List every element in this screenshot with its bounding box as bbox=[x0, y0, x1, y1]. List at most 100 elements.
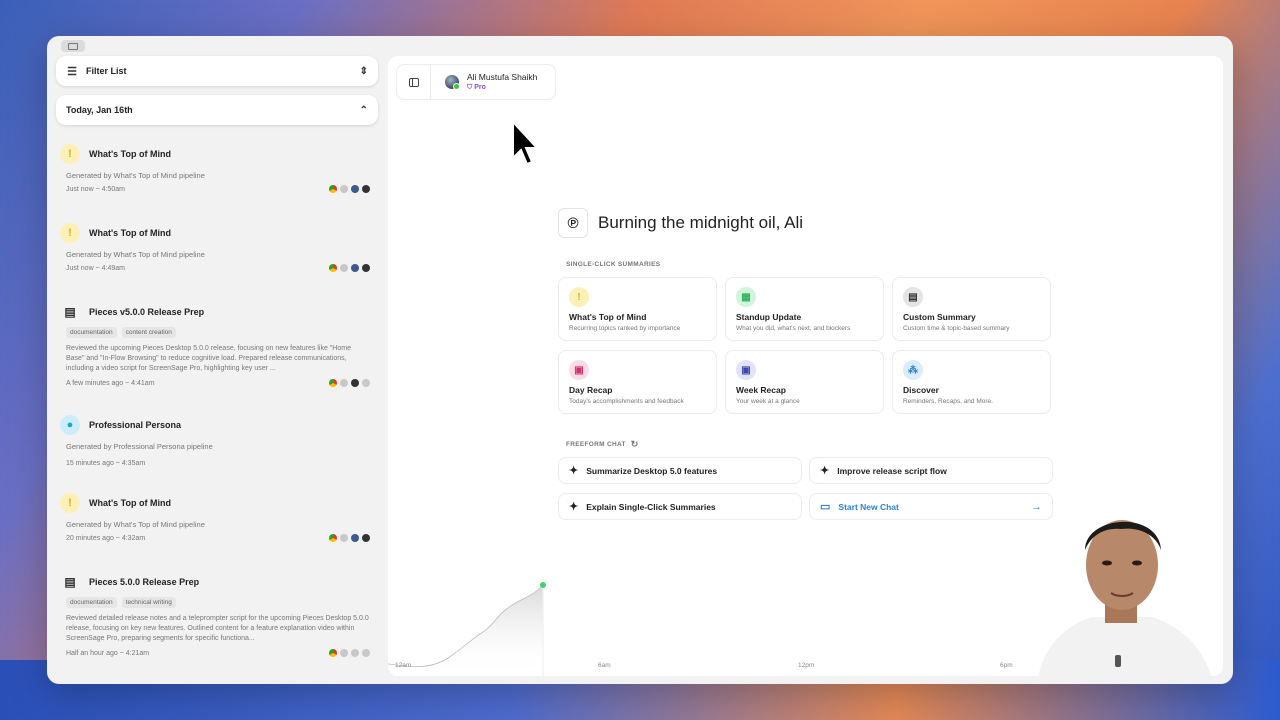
list-item[interactable]: ▤ Pieces 5.0.0 Release Prep documentation… bbox=[56, 571, 378, 657]
summary-card[interactable]: ⁂ Discover Reminders, Recaps, and More. bbox=[892, 350, 1051, 414]
person-icon: ● bbox=[60, 415, 80, 435]
item-description: Reviewed detailed release notes and a te… bbox=[66, 615, 369, 642]
filter-list-button[interactable]: ☰ Filter List ⇕ bbox=[56, 56, 378, 86]
app-icon bbox=[340, 379, 348, 387]
suggestion-chip[interactable]: ✦ Improve release script flow bbox=[809, 457, 1053, 484]
list-item[interactable]: ! What's Top of Mind Generated by What's … bbox=[56, 222, 378, 272]
summary-card[interactable]: ▣ Day Recap Today's accomplishments and fe… bbox=[558, 350, 717, 414]
pieces-logo-icon: ℗ bbox=[558, 208, 588, 238]
window-icon bbox=[68, 42, 78, 50]
mouse-cursor-icon bbox=[512, 120, 540, 166]
warning-icon: ! bbox=[60, 223, 80, 243]
summary-card-icon: ⁂ bbox=[903, 360, 923, 380]
list-item[interactable]: ! What's Top of Mind Generated by What's … bbox=[56, 492, 378, 542]
app-icon bbox=[351, 264, 359, 272]
summary-card-subtitle: Custom time & topic-based summary bbox=[903, 325, 1010, 332]
app-icon bbox=[340, 649, 348, 657]
x-tick-label: 6am bbox=[598, 662, 611, 669]
item-title: What's Top of Mind bbox=[89, 228, 171, 238]
filter-label: Filter List bbox=[86, 66, 127, 76]
sparkle-icon: ✦ bbox=[569, 465, 579, 477]
summary-card[interactable]: ▦ Standup Update What you did, what's next… bbox=[725, 277, 884, 341]
summary-card-subtitle: What you did, what's next, and blockers bbox=[736, 325, 851, 332]
chevron-up-icon[interactable]: ⌃ bbox=[360, 105, 368, 116]
summary-card-icon: ▣ bbox=[736, 360, 756, 380]
item-subtitle: Generated by Professional Persona pipeli… bbox=[66, 442, 213, 451]
date-label: Today, Jan 16th bbox=[66, 105, 133, 115]
title-bar bbox=[47, 36, 1233, 56]
summary-card-subtitle: Recurring topics ranked by importance bbox=[569, 325, 681, 332]
x-tick-label: 6pm bbox=[1000, 662, 1013, 669]
document-icon: ▤ bbox=[64, 575, 76, 589]
summary-card[interactable]: ▤ Custom Summary Custom time & topic-based… bbox=[892, 277, 1051, 341]
user-header: Ali Mustufa Shaikh ⛉ Pro bbox=[396, 64, 556, 100]
user-name: Ali Mustufa Shaikh bbox=[467, 72, 538, 82]
suggestion-chip[interactable]: ✦ Explain Single-Click Summaries bbox=[558, 493, 802, 520]
tag[interactable]: documentation bbox=[66, 327, 117, 338]
list-item[interactable]: ● Professional Persona Generated by Profe… bbox=[56, 414, 378, 467]
start-new-chat-button[interactable]: ▭ Start New Chat → bbox=[809, 493, 1053, 520]
summaries-label: SINGLE-CLICK SUMMARIES bbox=[566, 261, 661, 268]
item-subtitle: Generated by What's Top of Mind pipeline bbox=[66, 171, 205, 180]
app-icon bbox=[362, 264, 370, 272]
summary-card-title: Discover bbox=[903, 385, 939, 395]
toggle-sidebar-button[interactable] bbox=[397, 65, 431, 99]
refresh-icon[interactable]: ↻ bbox=[631, 439, 639, 450]
item-time: 15 minutes ago ~ 4:35am bbox=[66, 460, 146, 467]
app-icon bbox=[362, 185, 370, 193]
source-icons bbox=[329, 264, 370, 272]
app-icon bbox=[351, 534, 359, 542]
window-toggle-button[interactable] bbox=[61, 40, 85, 52]
new-chat-label: Start New Chat bbox=[838, 501, 899, 512]
summary-card-icon: ▦ bbox=[736, 287, 756, 307]
chip-label: Explain Single-Click Summaries bbox=[586, 501, 716, 512]
plan-badge: ⛉ Pro bbox=[467, 84, 537, 92]
item-time: Just now ~ 4:49am bbox=[66, 264, 125, 272]
greeting-text: Burning the midnight oil, Ali bbox=[598, 213, 804, 232]
item-title: Pieces v5.0.0 Release Prep bbox=[89, 307, 205, 317]
item-time: Just now ~ 4:50am bbox=[66, 185, 125, 193]
app-icon bbox=[351, 379, 359, 387]
suggestion-chip[interactable]: ✦ Summarize Desktop 5.0 features bbox=[558, 457, 802, 484]
source-icons bbox=[329, 379, 370, 387]
collapse-icon[interactable]: ⇕ bbox=[360, 66, 368, 77]
summary-card-subtitle: Reminders, Recaps, and More. bbox=[903, 398, 993, 405]
app-icon bbox=[362, 649, 370, 657]
list-item[interactable]: ! What's Top of Mind Generated by What's … bbox=[56, 143, 378, 193]
x-tick-label: 12pm bbox=[798, 662, 815, 669]
source-icons bbox=[329, 649, 370, 657]
source-icons bbox=[329, 534, 370, 542]
summary-card-icon: ! bbox=[569, 287, 589, 307]
item-title: Pieces 5.0.0 Release Prep bbox=[89, 577, 200, 587]
avatar[interactable] bbox=[445, 75, 460, 90]
tag[interactable]: technical writing bbox=[121, 597, 176, 608]
tag[interactable]: documentation bbox=[66, 597, 117, 608]
freeform-label: FREEFORM CHAT ↻ bbox=[566, 439, 639, 450]
chat-icon: ▭ bbox=[820, 501, 831, 513]
summary-card-icon: ▤ bbox=[903, 287, 923, 307]
warning-icon: ! bbox=[60, 144, 80, 164]
summary-card[interactable]: ! What's Top of Mind Recurring topics rank… bbox=[558, 277, 717, 341]
webcam-overlay bbox=[1037, 520, 1213, 684]
x-tick-label: 12am bbox=[395, 662, 412, 669]
app-icon bbox=[362, 379, 370, 387]
source-icons bbox=[329, 185, 370, 193]
sparkle-icon: ✦ bbox=[820, 465, 830, 477]
summary-card-title: Day Recap bbox=[569, 385, 613, 395]
app-icon bbox=[351, 649, 359, 657]
current-point bbox=[540, 582, 546, 588]
summary-card-icon: ▣ bbox=[569, 360, 589, 380]
app-icon bbox=[340, 264, 348, 272]
list-item[interactable]: ▤ Pieces v5.0.0 Release Prep documentatio… bbox=[56, 301, 378, 387]
tag[interactable]: content creation bbox=[121, 327, 176, 338]
item-time: Half an hour ago ~ 4:21am bbox=[66, 649, 150, 657]
summary-card-subtitle: Your week at a glance bbox=[736, 398, 800, 405]
chrome-icon bbox=[329, 264, 337, 272]
freeform-label-text: FREEFORM CHAT bbox=[566, 441, 626, 448]
item-subtitle: Generated by What's Top of Mind pipeline bbox=[66, 250, 205, 259]
user-info[interactable]: Ali Mustufa Shaikh ⛉ Pro bbox=[467, 72, 537, 92]
chip-label: Summarize Desktop 5.0 features bbox=[586, 465, 718, 476]
app-icon bbox=[340, 185, 348, 193]
summary-card[interactable]: ▣ Week Recap Your week at a glance bbox=[725, 350, 884, 414]
date-group-header[interactable]: Today, Jan 16th ⌃ bbox=[56, 95, 378, 125]
